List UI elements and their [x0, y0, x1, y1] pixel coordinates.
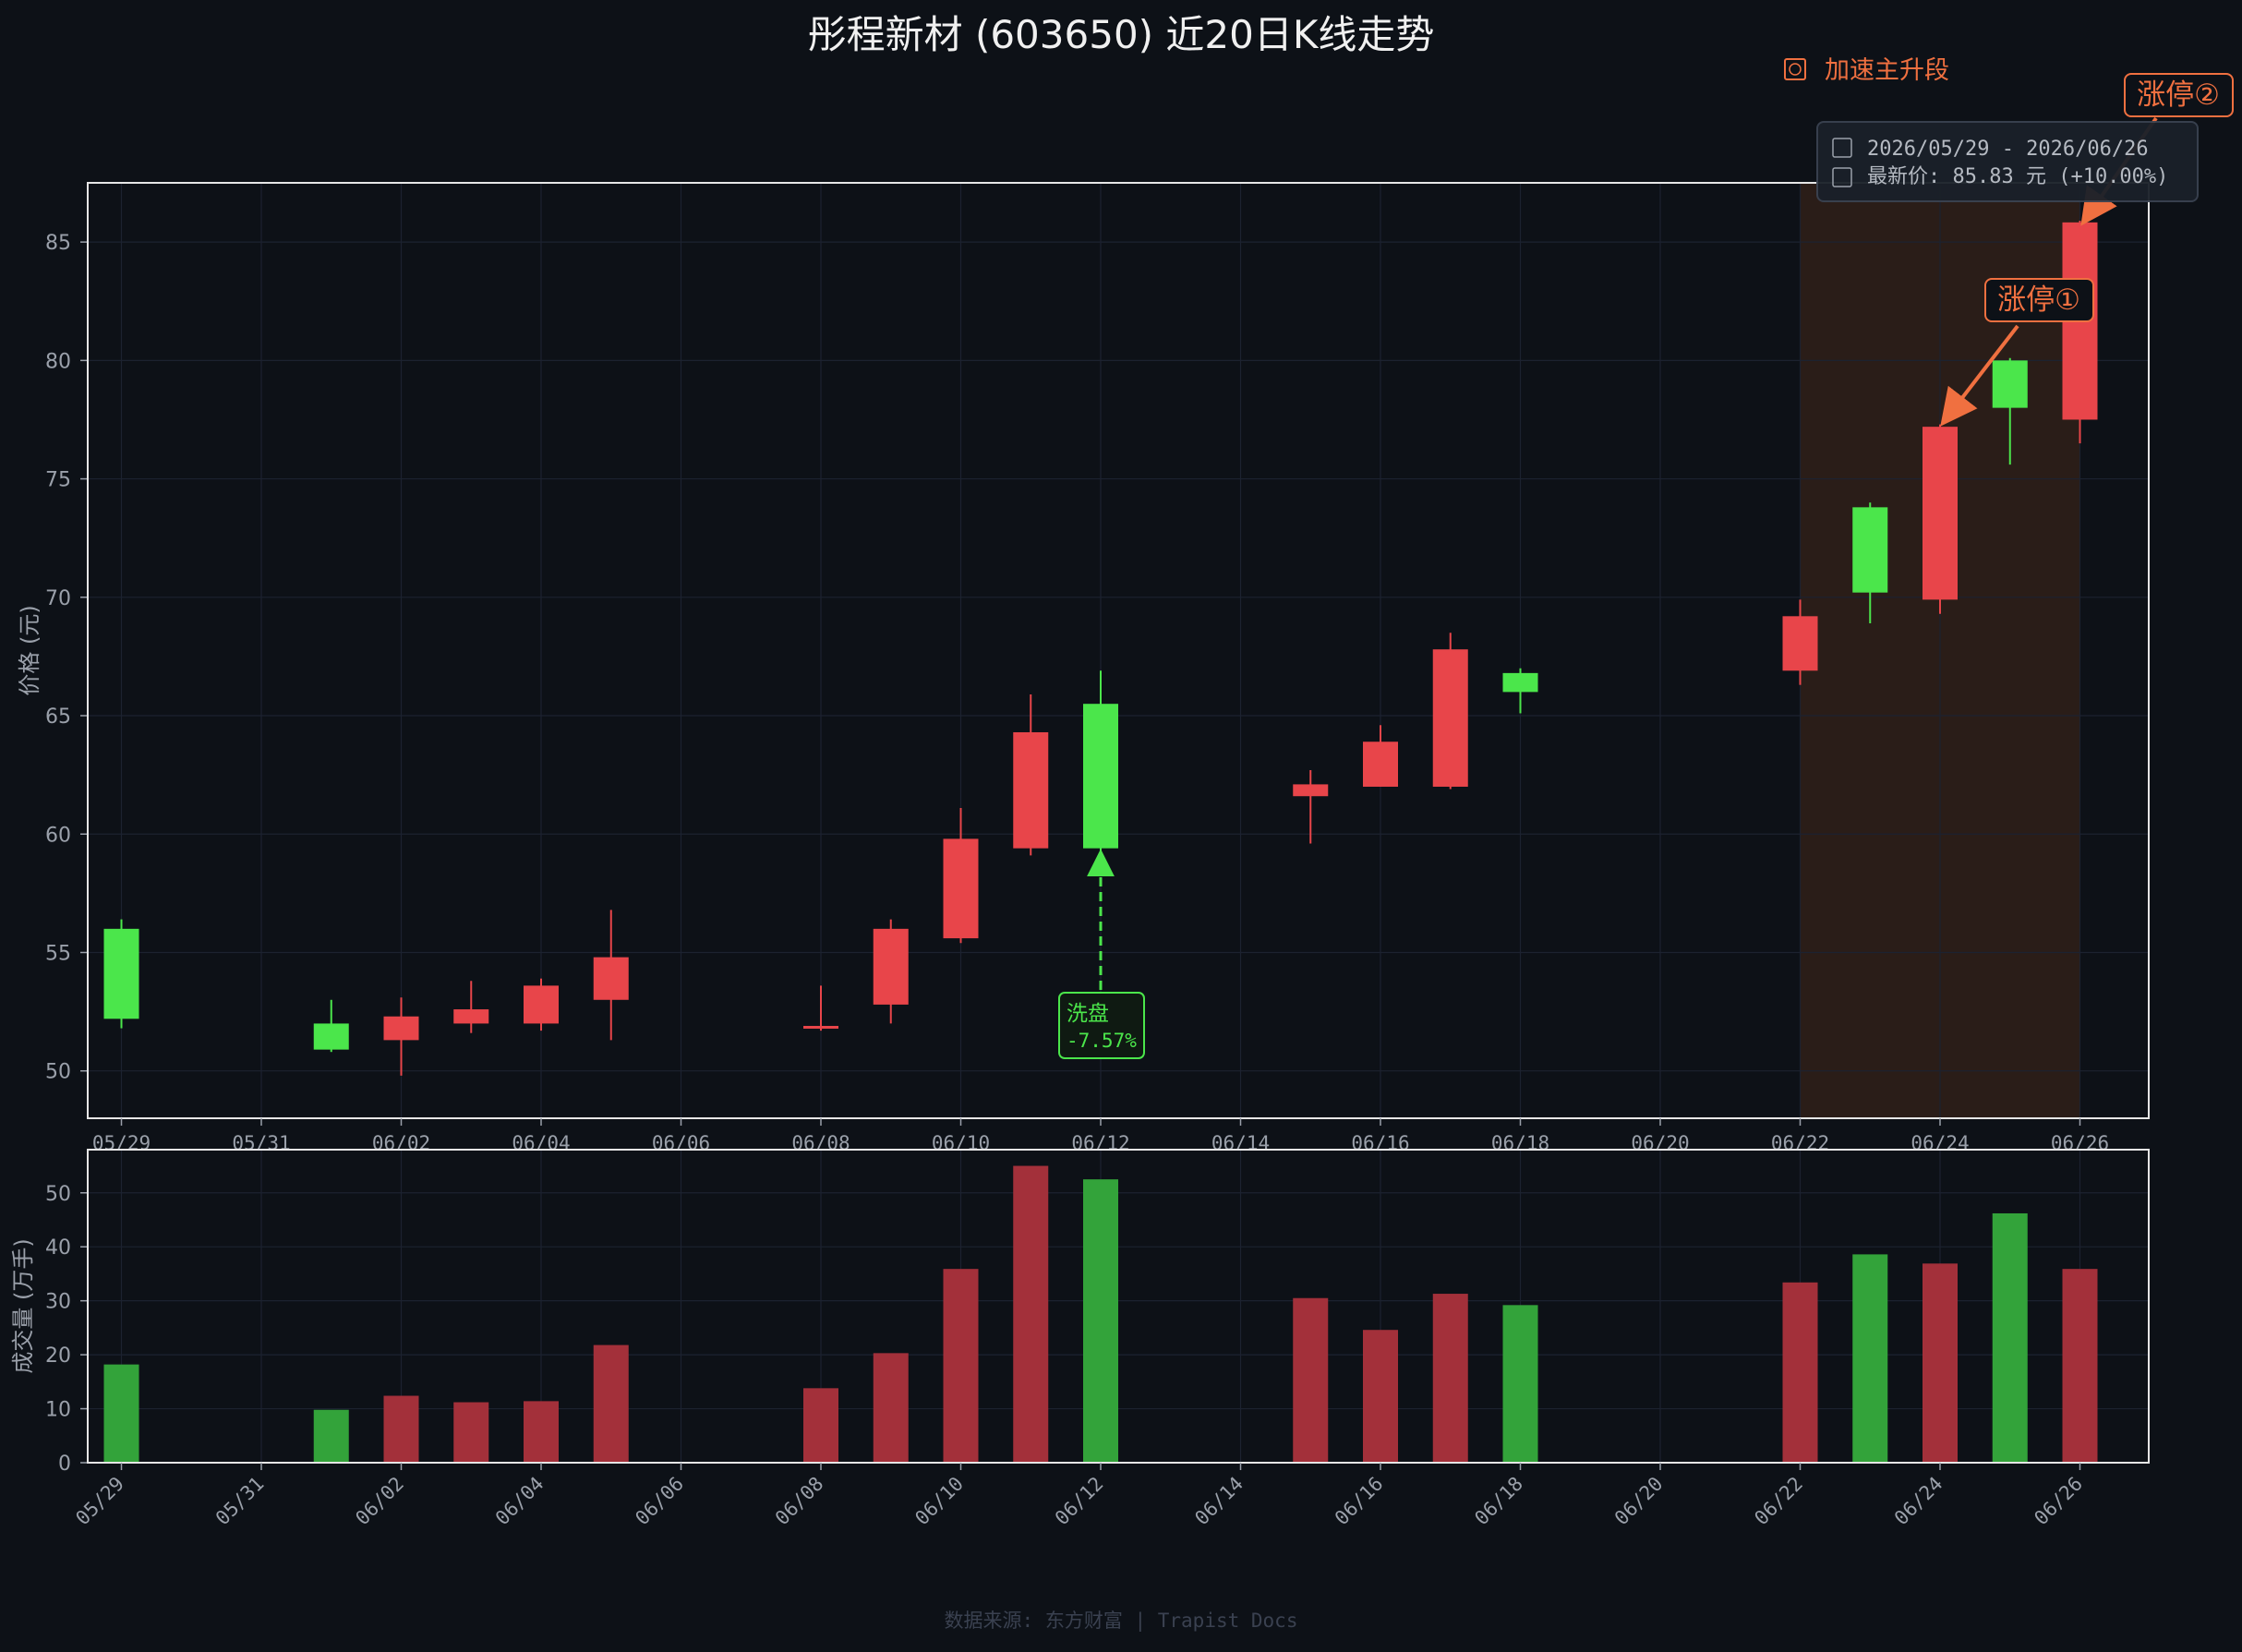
candle-body-up	[524, 985, 559, 1024]
volume-bar	[313, 1409, 349, 1463]
volume-bar	[803, 1388, 838, 1463]
volume-xtick-label: 06/26	[2030, 1473, 2087, 1530]
volume-bar	[453, 1402, 489, 1463]
candle-body-up	[1293, 784, 1329, 797]
volume-xtick-label: 05/29	[71, 1473, 128, 1530]
alarm-clock-icon-face	[1789, 63, 1802, 76]
volume-bar	[1992, 1212, 2028, 1463]
price-ytick-label: 50	[45, 1061, 71, 1084]
candle-body-down	[1852, 507, 1888, 593]
limit-up-1-label: 涨停①	[1997, 283, 2080, 317]
volume-ytick-label: 20	[45, 1345, 71, 1368]
volume-xtick-label: 06/24	[1890, 1473, 1947, 1530]
volume-bar	[103, 1364, 139, 1463]
volume-ytick-label: 30	[45, 1291, 71, 1314]
volume-bar	[1852, 1254, 1888, 1463]
volume-bar	[1013, 1165, 1049, 1463]
candle-body-down	[103, 928, 139, 1019]
candle-body-up	[1782, 616, 1818, 671]
candle-body-up	[873, 928, 909, 1005]
volume-xtick-label: 05/31	[211, 1473, 269, 1530]
price-ytick-label: 70	[45, 587, 71, 610]
price-ytick-label: 75	[45, 469, 71, 492]
info-box	[1816, 121, 2199, 202]
volume-bar	[1293, 1297, 1329, 1463]
price-ytick-label: 60	[45, 824, 71, 847]
volume-xtick-label: 06/04	[491, 1473, 548, 1530]
candle-body-up	[943, 838, 979, 939]
volume-ytick-label: 50	[45, 1183, 71, 1206]
volume-bar	[1083, 1179, 1118, 1463]
candle-body-up	[383, 1016, 419, 1041]
volume-xtick-label: 06/14	[1190, 1473, 1248, 1530]
volume-xtick-label: 06/10	[910, 1473, 968, 1530]
volume-ytick-label: 40	[45, 1236, 71, 1260]
candle-body-up	[1013, 731, 1049, 849]
price-axis-label: 价格 (元)	[17, 605, 42, 695]
chart-title: 彤程新材 (603650) 近20日K线走势	[808, 12, 1435, 57]
limit-up-2-label: 涨停②	[2137, 78, 2220, 112]
volume-bar	[873, 1353, 909, 1463]
candle-body-up	[1923, 427, 1958, 600]
washout-change: -7.57%	[1067, 1030, 1137, 1052]
volume-bar	[943, 1269, 979, 1463]
candle-body-down	[1502, 672, 1538, 693]
price-ytick-label: 85	[45, 232, 71, 255]
price-ytick-label: 55	[45, 942, 71, 965]
volume-axis-label: 成交量 (万手)	[10, 1238, 36, 1373]
volume-bar	[1432, 1294, 1468, 1463]
volume-bar	[383, 1395, 419, 1463]
price-ytick-label: 80	[45, 350, 71, 373]
volume-xtick-label: 06/12	[1051, 1473, 1108, 1530]
volume-bar	[593, 1345, 629, 1463]
volume-xtick-label: 06/18	[1470, 1473, 1527, 1530]
volume-bar	[1923, 1263, 1958, 1463]
volume-xtick-label: 06/16	[1331, 1473, 1388, 1530]
volume-xtick-label: 06/02	[351, 1473, 408, 1530]
volume-bar	[2062, 1269, 2098, 1463]
candle-body-down	[313, 1023, 349, 1050]
washout-label: 洗盘	[1067, 1002, 1109, 1026]
candle-body-up	[803, 1025, 838, 1029]
price-ytick-label: 65	[45, 705, 71, 729]
volume-bar	[1502, 1305, 1538, 1463]
candle-body-up	[1432, 649, 1468, 787]
alarm-clock-icon	[1784, 58, 1806, 80]
volume-ytick-label: 10	[45, 1399, 71, 1422]
volume-xtick-label: 06/08	[771, 1473, 828, 1530]
kline-chart-svg: 彤程新材 (603650) 近20日K线走势 数据来源: 东方财富 | Trap…	[10, 12, 2234, 1633]
candle-body-up	[453, 1009, 489, 1024]
candle-body-up	[593, 957, 629, 1000]
data-source-footer: 数据来源: 东方财富 | Trapist Docs	[945, 1610, 1298, 1633]
volume-xtick-label: 06/06	[631, 1473, 688, 1530]
volume-bar	[524, 1401, 559, 1463]
volume-xtick-label: 06/22	[1750, 1473, 1807, 1530]
chart-stage: 彤程新材 (603650) 近20日K线走势 数据来源: 东方财富 | Trap…	[0, 0, 2242, 1648]
volume-bar	[1363, 1330, 1398, 1463]
candle-body-down	[1992, 360, 2028, 408]
volume-xtick-label: 06/20	[1610, 1473, 1668, 1530]
highlight-zone-label: 加速主升段	[1825, 56, 1949, 85]
candle-body-up	[1363, 742, 1398, 787]
candle-body-down	[1083, 704, 1118, 849]
volume-bar	[1782, 1282, 1818, 1463]
volume-ytick-label: 0	[58, 1453, 71, 1476]
info-date-range: 2026/05/29 - 2026/06/26	[1867, 138, 2149, 161]
info-latest-price: 最新价: 85.83 元 (+10.00%)	[1867, 165, 2168, 188]
